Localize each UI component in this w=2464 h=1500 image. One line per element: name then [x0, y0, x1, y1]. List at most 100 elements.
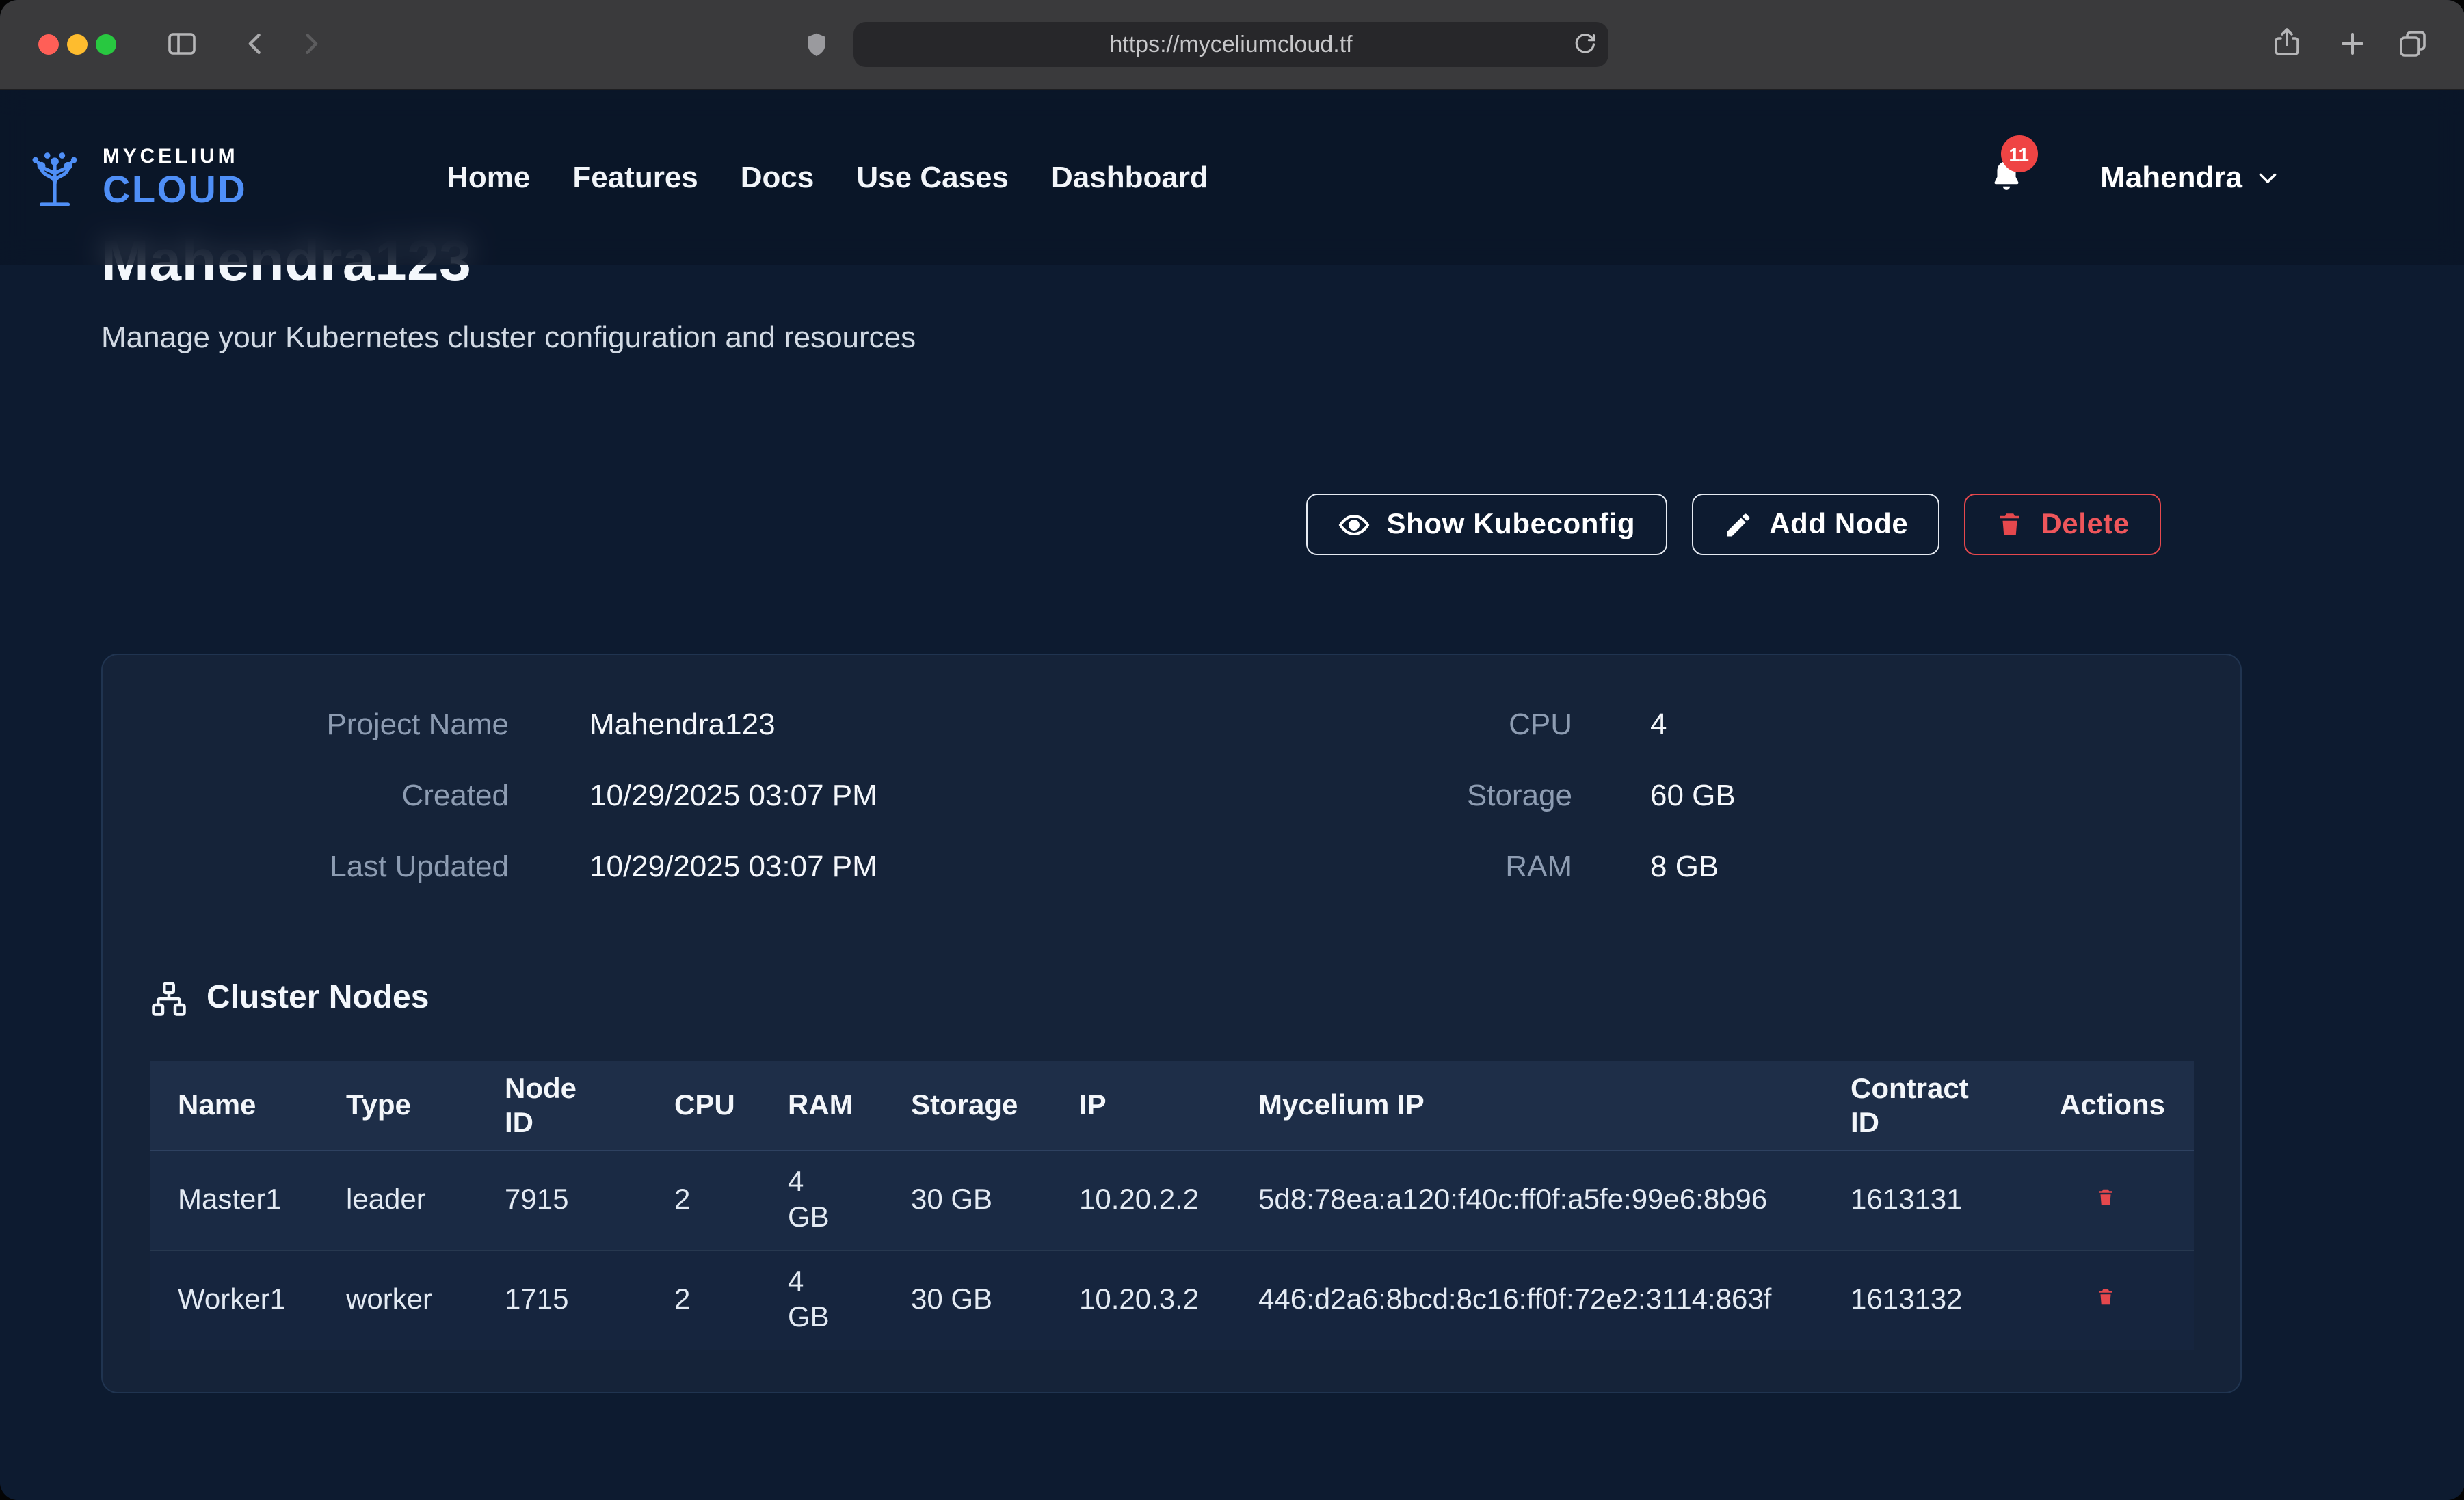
reload-button[interactable] [1572, 31, 1598, 57]
info-row-cpu: CPU 4 [1171, 706, 2240, 744]
share-icon [2270, 25, 2303, 60]
browser-chrome: https://myceliumcloud.tf [0, 0, 2464, 90]
col-type: Type [319, 1061, 477, 1151]
forward-button[interactable] [295, 27, 326, 60]
cell-name: Worker1 [150, 1250, 319, 1350]
new-tab-button[interactable] [2336, 27, 2369, 60]
cell-ip: 10.20.2.2 [1052, 1151, 1231, 1250]
nav-item-features[interactable]: Features [572, 160, 698, 196]
cell-node-id: 7915 [477, 1151, 647, 1250]
col-actions: Actions [2032, 1061, 2194, 1151]
pencil-icon [1723, 509, 1753, 539]
cell-type: worker [319, 1250, 477, 1350]
trash-icon [2095, 1285, 2116, 1309]
sidebar-icon [164, 27, 200, 60]
nodes-table: Name Type Node ID CPU RAM Storage IP Myc… [150, 1061, 2194, 1350]
col-contract-id: Contract ID [1823, 1061, 2032, 1151]
nav-links: Home Features Docs Use Cases Dashboard [447, 160, 1208, 196]
col-storage: Storage [884, 1061, 1052, 1151]
info-value: Mahendra123 [589, 706, 776, 744]
table-row: Worker1 worker 1715 2 4 GB 30 GB 10.20.3… [150, 1250, 2194, 1350]
info-value: 60 GB [1650, 777, 1736, 815]
nav-item-dashboard[interactable]: Dashboard [1051, 160, 1208, 196]
info-label: CPU [1171, 706, 1572, 744]
minimize-window-button[interactable] [67, 34, 88, 55]
info-row-last-updated: Last Updated 10/29/2025 03:07 PM [103, 848, 1171, 886]
info-row-project-name: Project Name Mahendra123 [103, 706, 1171, 744]
web-page: Mahendra123 Manage your Kubernetes clust… [0, 90, 2464, 1500]
cluster-info: Project Name Mahendra123 Created 10/29/2… [103, 655, 2240, 886]
nav-item-use-cases[interactable]: Use Cases [856, 160, 1009, 196]
info-value: 10/29/2025 03:07 PM [589, 848, 877, 886]
delete-node-button[interactable] [2095, 1186, 2116, 1209]
nav-right: 11 Mahendra [1985, 156, 2288, 200]
add-node-button[interactable]: Add Node [1691, 494, 1939, 555]
brand-top: MYCELIUM [103, 146, 247, 167]
info-label: Last Updated [103, 848, 509, 886]
sidebar-toggle-button[interactable] [164, 27, 200, 60]
tab-overview-icon [2396, 27, 2429, 60]
col-ram: RAM [760, 1061, 884, 1151]
info-value: 8 GB [1650, 848, 1719, 886]
cell-cpu: 2 [647, 1250, 760, 1350]
cell-node-id: 1715 [477, 1250, 647, 1350]
close-window-button[interactable] [38, 34, 59, 55]
info-row-ram: RAM 8 GB [1171, 848, 2240, 886]
forward-icon [295, 27, 326, 60]
brand-bottom: CLOUD [103, 171, 247, 209]
info-label: Created [103, 777, 509, 815]
cell-name: Master1 [150, 1151, 319, 1250]
cell-ram: 4 GB [760, 1250, 884, 1350]
browser-window: https://myceliumcloud.tf [0, 0, 2464, 1500]
nav-item-home[interactable]: Home [447, 160, 530, 196]
delete-label: Delete [2041, 508, 2130, 541]
site-navbar: MYCELIUM CLOUD Home Features Docs Use Ca… [0, 90, 2464, 265]
zoom-window-button[interactable] [96, 34, 116, 55]
window-controls [38, 34, 116, 55]
reload-icon [1572, 31, 1598, 57]
cluster-actions: Show Kubeconfig Add Node D [101, 494, 2242, 555]
notification-badge: 11 [2000, 135, 2037, 172]
user-menu[interactable]: Mahendra [2092, 159, 2288, 197]
info-label: Project Name [103, 706, 509, 744]
page-subtitle: Manage your Kubernetes cluster configura… [101, 320, 2242, 356]
back-icon [241, 27, 271, 60]
cell-contract-id: 1613132 [1823, 1250, 2032, 1350]
url-text: https://myceliumcloud.tf [1109, 31, 1352, 58]
brand-name: MYCELIUM CLOUD [103, 146, 247, 209]
page-content: Mahendra123 Manage your Kubernetes clust… [0, 90, 2464, 1500]
cell-storage: 30 GB [884, 1151, 1052, 1250]
cluster-card: Project Name Mahendra123 Created 10/29/2… [101, 654, 2242, 1393]
info-value: 10/29/2025 03:07 PM [589, 777, 877, 815]
col-name: Name [150, 1061, 319, 1151]
tab-overview-button[interactable] [2396, 27, 2429, 60]
eye-icon [1338, 508, 1370, 541]
network-icon [150, 980, 187, 1017]
plus-icon [2336, 27, 2369, 60]
col-cpu: CPU [647, 1061, 760, 1151]
table-header-row: Name Type Node ID CPU RAM Storage IP Myc… [150, 1061, 2194, 1151]
info-label: RAM [1171, 848, 1572, 886]
cell-actions [2032, 1151, 2194, 1250]
section-title: Cluster Nodes [207, 979, 429, 1017]
cell-contract-id: 1613131 [1823, 1151, 2032, 1250]
trash-icon [2095, 1186, 2116, 1209]
nav-item-docs[interactable]: Docs [741, 160, 814, 196]
trash-icon [1996, 510, 2024, 539]
cluster-nodes-heading: Cluster Nodes [150, 979, 2240, 1017]
privacy-shield-icon[interactable] [802, 29, 832, 62]
col-node-id: Node ID [477, 1061, 647, 1151]
delete-cluster-button[interactable]: Delete [1964, 494, 2161, 555]
cell-cpu: 2 [647, 1151, 760, 1250]
cell-ram: 4 GB [760, 1151, 884, 1250]
brand-logo[interactable]: MYCELIUM CLOUD [19, 145, 247, 211]
delete-node-button[interactable] [2095, 1285, 2116, 1309]
notification-bell-button[interactable]: 11 [1985, 156, 2026, 200]
share-button[interactable] [2270, 25, 2303, 60]
table-row: Master1 leader 7915 2 4 GB 30 GB 10.20.2… [150, 1151, 2194, 1250]
show-kubeconfig-button[interactable]: Show Kubeconfig [1306, 494, 1667, 555]
cell-mycelium-ip: 446:d2a6:8bcd:8c16:ff0f:72e2:3114:863f [1231, 1250, 1823, 1350]
back-button[interactable] [241, 27, 271, 60]
address-bar[interactable]: https://myceliumcloud.tf [853, 22, 1608, 67]
cell-ip: 10.20.3.2 [1052, 1250, 1231, 1350]
